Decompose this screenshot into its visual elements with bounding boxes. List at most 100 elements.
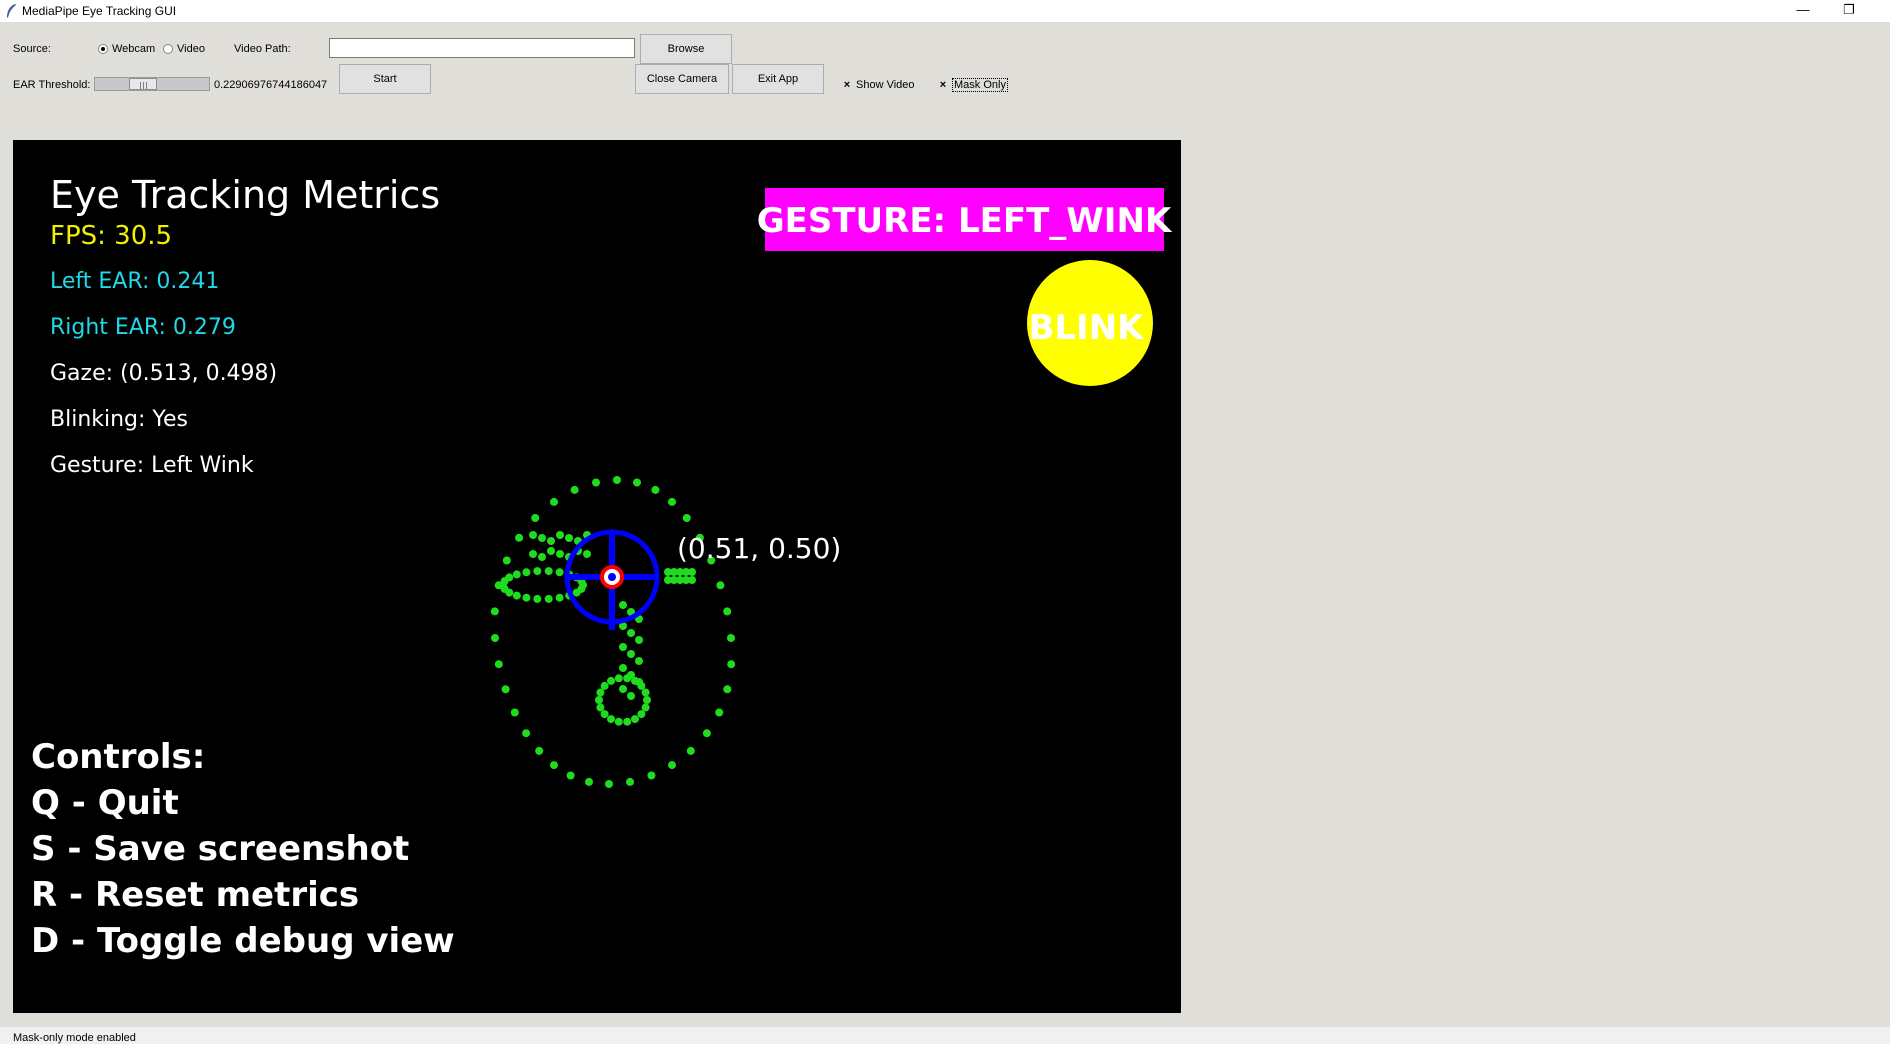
blinking-text: Blinking: Yes: [50, 407, 188, 432]
landmark-point: [702, 729, 711, 738]
landmark-point: [538, 553, 546, 561]
video-canvas: Eye Tracking Metrics FPS: 30.5 Left EAR:…: [13, 140, 1181, 1013]
landmark-point: [535, 746, 544, 755]
landmark-point: [522, 729, 531, 738]
metrics-title: Eye Tracking Metrics: [50, 173, 440, 217]
landmark-point: [727, 660, 736, 669]
landmark-point: [631, 676, 639, 685]
landmark-point: [572, 588, 581, 597]
landmark-point: [619, 643, 627, 651]
ear-threshold-label: EAR Threshold:: [13, 79, 91, 91]
landmark-point: [723, 607, 732, 616]
landmark-point: [723, 685, 732, 694]
landmark-point: [727, 634, 735, 642]
main-window: Source: Webcam Video Video Path: Browse …: [0, 22, 1890, 1044]
video-path-input[interactable]: [329, 38, 635, 58]
landmark-point: [613, 476, 621, 484]
left-ear-text: Left EAR: 0.241: [50, 269, 219, 294]
video-radio-label[interactable]: Video: [177, 43, 205, 55]
landmark-point: [619, 685, 627, 693]
webcam-radio[interactable]: [98, 44, 108, 54]
landmark-point: [556, 550, 564, 558]
landmark-point: [529, 531, 537, 539]
landmark-point: [668, 497, 676, 506]
landmark-point: [505, 573, 514, 582]
landmark-point: [605, 780, 613, 788]
landmark-point: [623, 674, 632, 683]
mask-only-checkbox[interactable]: × Mask Only: [938, 78, 1008, 92]
control-toggle-debug: D - Toggle debug view: [31, 921, 455, 961]
face-landmarks: [490, 476, 736, 788]
landmark-point: [544, 594, 553, 603]
landmark-point: [510, 708, 519, 717]
video-overlay: Eye Tracking Metrics FPS: 30.5 Left EAR:…: [31, 173, 1173, 961]
landmark-point: [635, 657, 643, 665]
landmark-point: [633, 478, 641, 487]
landmark-point: [566, 771, 575, 780]
landmark-point: [592, 478, 600, 487]
landmark-point: [555, 593, 564, 602]
landmark-point: [491, 634, 499, 642]
landmark-point: [651, 485, 660, 494]
landmark-point: [550, 497, 558, 506]
restore-button[interactable]: ❐: [1826, 0, 1872, 22]
landmark-point: [715, 708, 724, 717]
gesture-banner-text: GESTURE: LEFT_WINK: [757, 201, 1173, 241]
mask-only-check-icon: ×: [939, 79, 947, 91]
window-title: MediaPipe Eye Tracking GUI: [22, 4, 177, 18]
landmark-point: [583, 550, 591, 558]
landmark-point: [635, 636, 643, 644]
landmark-point: [647, 771, 656, 780]
slider-handle[interactable]: [129, 78, 157, 90]
landmark-point: [627, 692, 635, 700]
landmark-point: [614, 717, 623, 726]
show-video-checkbox[interactable]: × Show Video: [842, 79, 915, 91]
landmark-point: [607, 676, 615, 685]
landmark-point: [641, 688, 650, 697]
ear-threshold-slider[interactable]: [94, 77, 210, 91]
landmark-point: [538, 534, 546, 542]
landmark-point: [596, 703, 605, 712]
webcam-radio-label[interactable]: Webcam: [112, 43, 155, 55]
landmark-point: [501, 685, 510, 694]
close-camera-button[interactable]: Close Camera: [635, 64, 729, 94]
landmark-point: [637, 710, 646, 719]
gaze-text: Gaze: (0.513, 0.498): [50, 361, 277, 386]
feather-icon: [7, 4, 16, 18]
landmark-point: [556, 531, 564, 539]
landmark-point: [637, 681, 646, 690]
status-bar: Mask-only mode enabled: [13, 1032, 136, 1044]
landmark-point: [550, 761, 558, 770]
landmark-point: [570, 485, 579, 494]
start-button[interactable]: Start: [339, 64, 431, 94]
controls-title: Controls:: [31, 737, 205, 777]
landmark-point: [512, 591, 521, 600]
landmark-point: [600, 710, 609, 719]
show-video-check-icon: ×: [843, 79, 851, 91]
landmark-point: [565, 534, 573, 542]
landmark-point: [619, 601, 627, 609]
landmark-point: [716, 581, 725, 590]
landmark-point: [688, 568, 696, 576]
landmark-point: [555, 568, 564, 577]
landmark-point: [522, 593, 531, 602]
exit-app-button[interactable]: Exit App: [732, 64, 824, 94]
landmark-point: [585, 777, 593, 786]
landmark-point: [547, 547, 555, 555]
landmark-point: [533, 567, 542, 576]
browse-button[interactable]: Browse: [640, 34, 732, 64]
video-path-label: Video Path:: [234, 43, 291, 55]
gesture-text: Gesture: Left Wink: [50, 453, 254, 478]
landmark-point: [529, 550, 537, 558]
landmark-point: [522, 568, 531, 577]
landmark-point: [595, 696, 603, 704]
gaze-coords-text: (0.51, 0.50): [677, 532, 841, 565]
video-radio[interactable]: [163, 44, 173, 54]
minimize-button[interactable]: —: [1780, 0, 1826, 22]
landmark-point: [641, 703, 650, 712]
landmark-point: [502, 556, 511, 565]
blink-indicator-text: BLINK: [1028, 308, 1145, 348]
landmark-point: [547, 537, 555, 545]
landmark-point: [544, 567, 553, 576]
landmark-point: [614, 674, 623, 683]
